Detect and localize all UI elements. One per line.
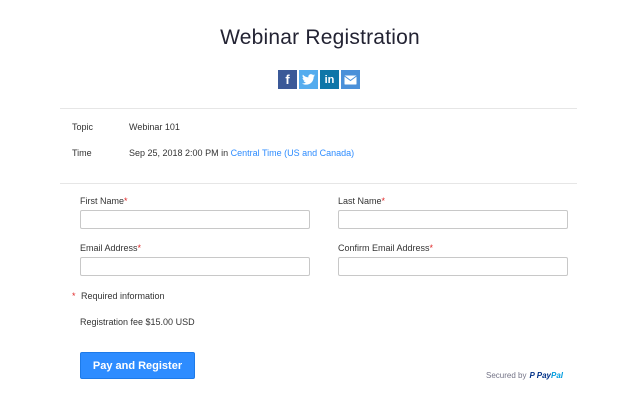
confirm-email-label-text: Confirm Email Address <box>338 243 430 253</box>
last-name-label: Last Name* <box>338 196 385 206</box>
paypal-logo-pal: Pal <box>550 371 563 380</box>
registration-fee: Registration fee $15.00 USD <box>80 317 195 327</box>
envelope-shape <box>344 75 357 84</box>
facebook-icon[interactable]: f <box>278 70 297 89</box>
divider-top <box>60 108 577 109</box>
required-marker: * <box>124 196 128 206</box>
time-in-text: in <box>221 148 229 158</box>
required-marker: * <box>429 243 434 253</box>
email-icon[interactable] <box>341 70 360 89</box>
social-share-bar: f in <box>278 70 360 89</box>
twitter-icon[interactable] <box>299 70 318 89</box>
first-name-label-text: First Name <box>80 196 125 206</box>
twitter-bird-shape <box>302 74 315 85</box>
required-marker: * <box>137 243 142 253</box>
paypal-logo-pay: Pay <box>536 371 551 380</box>
secured-by-text: Secured by <box>486 371 527 380</box>
paypal-logo: P PayPal <box>529 371 563 380</box>
email-label-text: Email Address <box>80 243 138 253</box>
time-value-row: Sep 25, 2018 2:00 PM in Central Time (US… <box>129 148 354 158</box>
linkedin-icon[interactable]: in <box>320 70 339 89</box>
time-value: Sep 25, 2018 2:00 PM <box>129 148 219 158</box>
first-name-input[interactable] <box>80 210 310 229</box>
confirm-email-label: Confirm Email Address* <box>338 243 433 253</box>
timezone-link[interactable]: Central Time (US and Canada) <box>231 148 355 158</box>
pay-and-register-button[interactable]: Pay and Register <box>80 352 195 379</box>
confirm-email-input[interactable] <box>338 257 568 276</box>
last-name-label-text: Last Name <box>338 196 382 206</box>
required-star: * <box>72 291 76 301</box>
first-name-label: First Name* <box>80 196 128 206</box>
paypal-icon: P <box>529 371 535 380</box>
time-label: Time <box>72 148 92 158</box>
divider-middle <box>60 183 577 184</box>
secured-by-paypal: Secured by P PayPal <box>486 371 563 380</box>
last-name-input[interactable] <box>338 210 568 229</box>
page-title: Webinar Registration <box>220 26 420 49</box>
topic-value: Webinar 101 <box>129 122 180 132</box>
email-label: Email Address* <box>80 243 141 253</box>
topic-label: Topic <box>72 122 94 132</box>
email-input[interactable] <box>80 257 310 276</box>
required-marker: * <box>381 196 386 206</box>
required-info-text: Required information <box>81 291 165 301</box>
